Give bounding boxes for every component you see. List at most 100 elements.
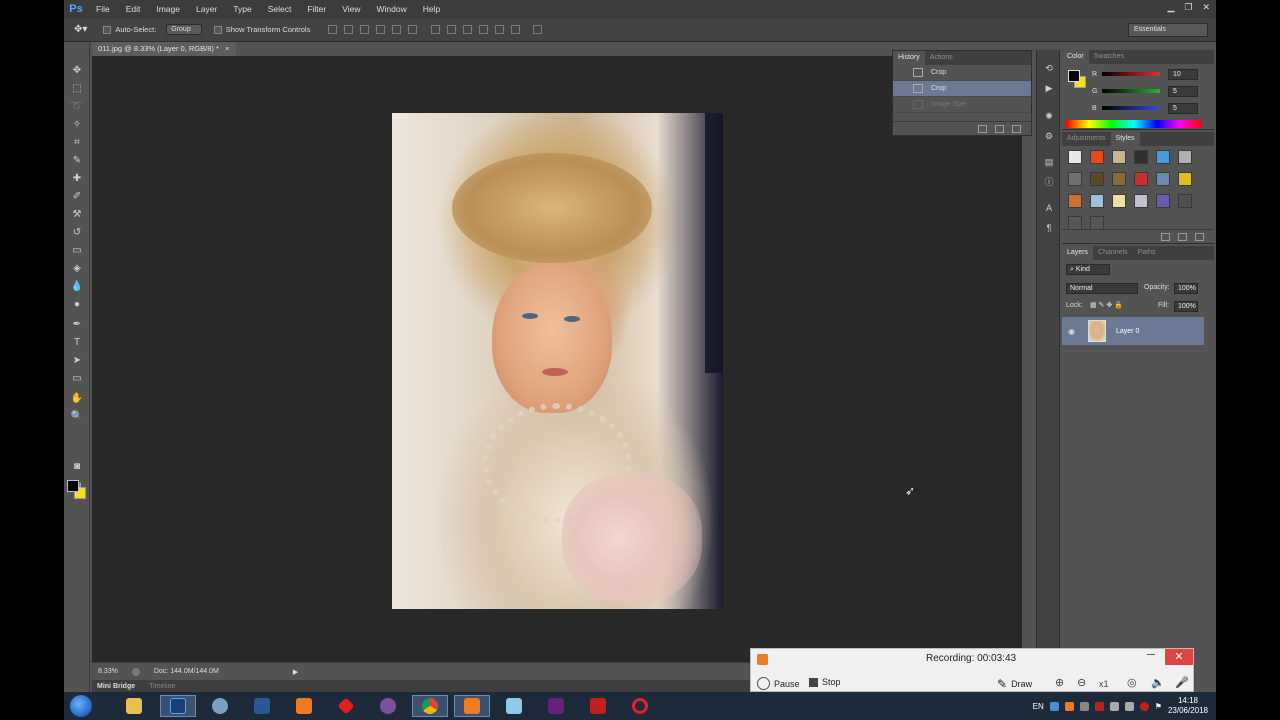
layer-filter-kind-dropdown[interactable]: ⌕ Kind <box>1066 264 1110 275</box>
eyedropper-tool-icon[interactable]: ✎ <box>68 154 86 168</box>
red-value-input[interactable]: 10 <box>1168 68 1198 80</box>
tab-adjustments[interactable]: Adjustments <box>1062 132 1111 146</box>
tab-actions[interactable]: Actions <box>925 51 958 65</box>
stop-button[interactable]: Stop <box>809 677 841 687</box>
style-swatch[interactable] <box>1112 172 1126 186</box>
zoom-tool-icon[interactable]: 🔍 <box>68 410 86 424</box>
history-panel-icon[interactable]: ⟲ <box>1043 62 1055 74</box>
draw-button[interactable]: ✎ Draw <box>997 677 1032 691</box>
foreground-color-swatch[interactable] <box>67 480 79 492</box>
style-swatch[interactable] <box>1178 150 1192 164</box>
style-swatch[interactable] <box>1178 172 1192 186</box>
zoom-level[interactable]: x1 <box>1099 679 1109 689</box>
style-swatch[interactable] <box>1068 194 1082 208</box>
fill-input[interactable]: 100% <box>1174 301 1198 312</box>
blue-slider[interactable] <box>1102 106 1160 110</box>
brush-tool-icon[interactable]: ✐ <box>68 190 86 204</box>
layer-row[interactable]: ◉ Layer 0 <box>1062 317 1204 345</box>
style-swatch[interactable] <box>1112 150 1126 164</box>
distribute-top-icon[interactable] <box>431 25 441 34</box>
actions-panel-icon[interactable]: ▶ <box>1043 82 1055 94</box>
dodge-tool-icon[interactable]: ● <box>68 298 86 312</box>
menu-layer[interactable]: Layer <box>188 0 225 18</box>
path-selection-tool-icon[interactable]: ➤ <box>68 354 86 368</box>
style-swatch[interactable] <box>1156 194 1170 208</box>
distribute-center-icon[interactable] <box>495 25 505 34</box>
align-middle-icon[interactable] <box>344 25 354 34</box>
tray-icon[interactable] <box>1139 701 1149 711</box>
auto-select-checkbox[interactable] <box>103 25 112 34</box>
tab-paths[interactable]: Paths <box>1133 246 1161 260</box>
magic-wand-tool-icon[interactable]: ✧ <box>68 118 86 132</box>
brush-settings-icon[interactable]: ✺ <box>1043 110 1055 122</box>
clone-source-icon[interactable]: ⚙ <box>1043 130 1055 142</box>
flag-icon[interactable]: ⚑ <box>1155 702 1162 711</box>
green-slider[interactable] <box>1102 89 1160 93</box>
zoom-readout[interactable]: 8.33% <box>98 668 118 675</box>
snapshot-icon[interactable] <box>995 125 1004 133</box>
align-right-icon[interactable] <box>408 25 418 34</box>
properties-icon[interactable]: ▤ <box>1043 156 1055 168</box>
lock-icons[interactable]: ▦ ✎ ✥ 🔒 <box>1090 301 1123 309</box>
quick-mask-icon[interactable]: ◙ <box>68 460 86 474</box>
tab-color[interactable]: Color <box>1062 50 1089 64</box>
taskbar-app-6[interactable] <box>328 695 364 717</box>
eraser-tool-icon[interactable]: ▭ <box>68 244 86 258</box>
paint-bucket-tool-icon[interactable]: ◈ <box>68 262 86 276</box>
character-panel-icon[interactable]: A <box>1043 202 1055 214</box>
style-swatch[interactable] <box>1178 194 1192 208</box>
history-item-selected[interactable]: Crop <box>893 81 1031 97</box>
style-swatch[interactable] <box>1068 150 1082 164</box>
auto-align-icon[interactable] <box>533 25 543 34</box>
move-tool-icon[interactable]: ✥ <box>68 64 86 78</box>
recorder-close-icon[interactable]: ✕ <box>1165 649 1193 665</box>
history-item[interactable]: Crop <box>893 65 1031 81</box>
healing-brush-tool-icon[interactable]: ✚ <box>68 172 86 186</box>
tab-styles[interactable]: Styles <box>1110 132 1140 146</box>
tab-timeline[interactable]: Timeline <box>149 683 175 690</box>
speaker-icon[interactable]: 🔈 <box>1151 676 1165 689</box>
menu-window[interactable]: Window <box>368 0 414 18</box>
taskbar-explorer[interactable] <box>116 695 152 717</box>
taskbar-app-10[interactable] <box>496 695 532 717</box>
tray-icon[interactable] <box>1094 701 1104 711</box>
new-style-icon[interactable] <box>1178 233 1187 241</box>
menu-edit[interactable]: Edit <box>118 0 149 18</box>
delete-icon[interactable] <box>1012 125 1021 133</box>
menu-view[interactable]: View <box>334 0 368 18</box>
style-swatch[interactable] <box>1134 172 1148 186</box>
tab-swatches[interactable]: Swatches <box>1089 50 1129 64</box>
style-swatch[interactable] <box>1156 150 1170 164</box>
blue-value-input[interactable]: 5 <box>1168 102 1198 114</box>
taskbar-recorder[interactable] <box>286 695 322 717</box>
align-top-icon[interactable] <box>328 25 338 34</box>
crop-tool-icon[interactable]: ⌗ <box>68 136 86 150</box>
status-menu-arrow-icon[interactable]: ▶ <box>293 668 298 676</box>
paragraph-panel-icon[interactable]: ¶ <box>1043 222 1055 234</box>
menu-filter[interactable]: Filter <box>299 0 334 18</box>
align-bottom-icon[interactable] <box>360 25 370 34</box>
tab-mini-bridge[interactable]: Mini Bridge <box>97 683 135 690</box>
recorder-minimize-icon[interactable]: ─ <box>1147 649 1155 661</box>
photoshop-logo[interactable]: Ps <box>64 0 88 18</box>
taskbar-app-3[interactable] <box>202 695 238 717</box>
taskbar-photoshop[interactable] <box>160 695 196 717</box>
menu-type[interactable]: Type <box>225 0 259 18</box>
new-document-from-state-icon[interactable] <box>978 125 987 133</box>
taskbar-viber[interactable] <box>370 695 406 717</box>
pen-tool-icon[interactable]: ✒ <box>68 318 86 332</box>
tab-channels[interactable]: Channels <box>1093 246 1133 260</box>
language-indicator[interactable]: EN <box>1033 702 1044 711</box>
delete-style-icon[interactable] <box>1195 233 1204 241</box>
marquee-tool-icon[interactable]: ⬚ <box>68 82 86 96</box>
zoom-in-icon[interactable]: ⊕ <box>1055 676 1064 689</box>
green-value-input[interactable]: 5 <box>1168 85 1198 97</box>
style-swatch[interactable] <box>1090 194 1104 208</box>
auto-select-dropdown[interactable]: Group <box>166 24 202 35</box>
document-tab[interactable]: 011.jpg @ 8.33% (Layer 0, RGB/8) * × <box>92 42 236 56</box>
menu-image[interactable]: Image <box>148 0 188 18</box>
style-swatch[interactable] <box>1068 172 1082 186</box>
style-swatch[interactable] <box>1090 150 1104 164</box>
webcam-icon[interactable]: ◎ <box>1127 676 1137 689</box>
zoom-out-icon[interactable]: ⊖ <box>1077 676 1086 689</box>
